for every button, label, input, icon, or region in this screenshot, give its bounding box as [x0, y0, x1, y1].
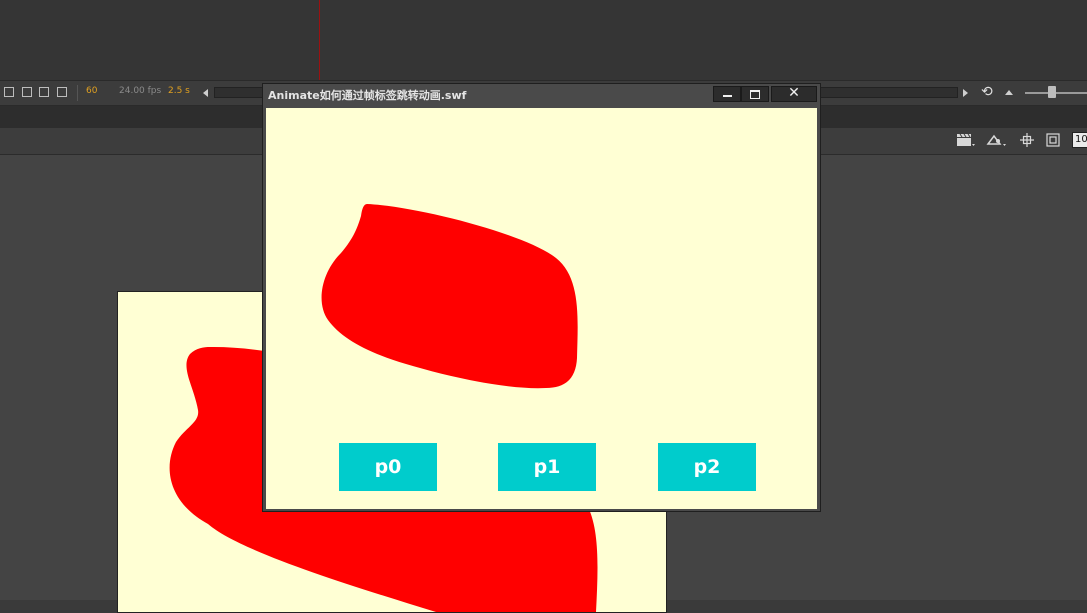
elapsed-time[interactable]: 2.5 s [168, 85, 190, 97]
maximize-icon [750, 90, 760, 99]
swf-player-window: Animate如何通过帧标签跳转动画.swf ✕ p0 p1 p2 [262, 83, 821, 512]
close-button[interactable]: ✕ [771, 86, 817, 102]
current-frame[interactable]: 60 [86, 85, 97, 97]
timeline-zoom-slider[interactable] [1025, 92, 1087, 94]
frame-rate[interactable]: 24.00 fps [119, 85, 161, 97]
edit-multiple-frames-icon[interactable] [57, 87, 67, 97]
center-frame-icon[interactable] [4, 87, 14, 97]
close-icon: ✕ [788, 85, 800, 101]
timeline-area [0, 0, 1087, 80]
minimize-button[interactable] [713, 86, 741, 102]
loop-icon[interactable]: ⟲ [981, 84, 993, 100]
minimize-icon [722, 95, 732, 97]
p2-button[interactable]: p2 [658, 443, 756, 491]
snap-icon[interactable] [1019, 132, 1035, 153]
p1-button[interactable]: p1 [498, 443, 596, 491]
onion-outline-icon[interactable] [39, 87, 49, 97]
scroll-right-icon[interactable] [963, 89, 968, 97]
p0-button[interactable]: p0 [339, 443, 437, 491]
window-titlebar[interactable]: Animate如何通过帧标签跳转动画.swf ✕ [263, 84, 820, 108]
zoom-small-icon[interactable] [1005, 90, 1013, 95]
onion-skin-icon[interactable] [22, 87, 32, 97]
clapper-icon[interactable] [956, 132, 976, 153]
timeline-scrollbar[interactable] [214, 87, 266, 98]
timeline-scrollbar-right[interactable] [818, 87, 958, 98]
slider-thumb[interactable] [1048, 86, 1056, 98]
graphic-symbol-icon[interactable] [986, 132, 1008, 153]
swf-content: p0 p1 p2 [266, 108, 817, 509]
window-title: Animate如何通过帧标签跳转动画.swf [268, 89, 467, 102]
zoom-input[interactable]: 10 [1072, 132, 1087, 148]
maximize-button[interactable] [741, 86, 769, 102]
clip-canvas-icon[interactable] [1045, 132, 1061, 153]
divider [77, 85, 78, 101]
scroll-left-icon[interactable] [203, 89, 208, 97]
playhead[interactable] [319, 0, 320, 84]
